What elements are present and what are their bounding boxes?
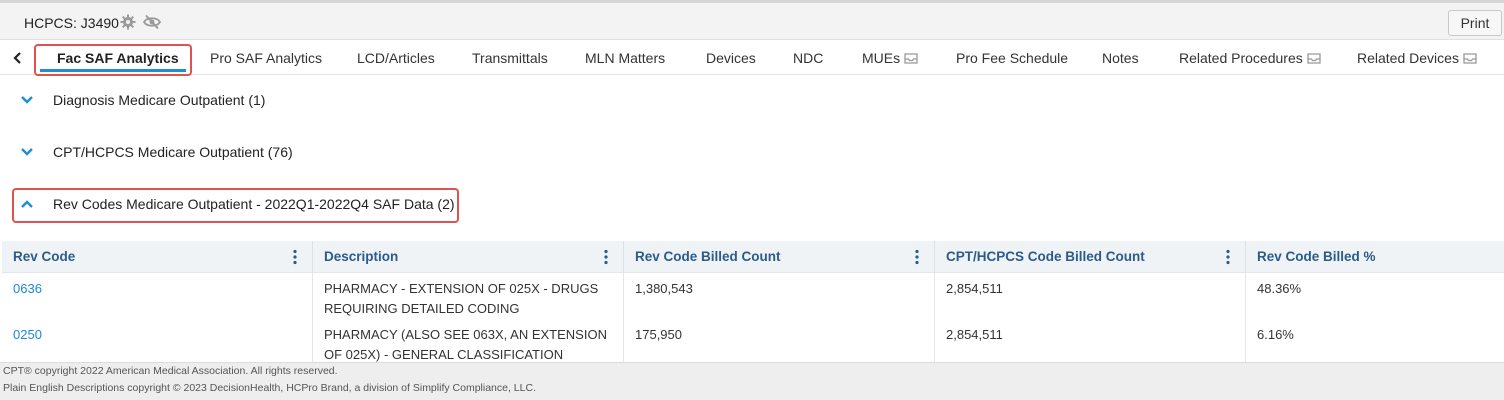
accordion-label: CPT/HCPCS Medicare Outpatient (76) (53, 144, 293, 160)
tab-pro-fee-schedule[interactable]: Pro Fee Schedule (956, 50, 1068, 66)
chevron-down-icon (21, 148, 33, 156)
column-header-rev-code-billed-pct[interactable]: Rev Code Billed % (1246, 241, 1504, 273)
cell-rev-code-billed-pct: 6.16% (1257, 327, 1294, 342)
highlight-box-rev-codes (12, 188, 459, 223)
gear-icon[interactable] (120, 14, 136, 30)
tab-bar: Fac SAF Analytics Pro SAF Analytics LCD/… (0, 41, 1504, 75)
kebab-menu-icon[interactable] (1226, 249, 1230, 265)
cell-rev-code[interactable]: 0250 (2, 319, 313, 365)
tab-ndc[interactable]: NDC (793, 50, 823, 66)
cell-rev-code[interactable]: 0636 (2, 273, 313, 319)
table-header: Rev Code Description Rev Code Billed Cou… (2, 241, 1504, 273)
table-row: 0636 PHARMACY - EXTENSION OF 025X - DRUG… (2, 273, 1504, 319)
cell-rev-code-billed-pct: 48.36% (1257, 281, 1302, 296)
tab-mln-matters[interactable]: MLN Matters (585, 50, 665, 66)
accordion-diagnosis[interactable]: Diagnosis Medicare Outpatient (1) (0, 86, 1504, 116)
kebab-menu-icon[interactable] (293, 249, 297, 265)
column-header-rev-code[interactable]: Rev Code (2, 241, 313, 273)
page-title: HCPCS: J3490 (24, 15, 119, 31)
tray-icon (904, 53, 918, 64)
cell-description: PHARMACY (ALSO SEE 063X, AN EXTENSION OF… (313, 319, 624, 365)
tab-related-devices[interactable]: Related Devices (1357, 50, 1477, 66)
print-button[interactable]: Print (1448, 10, 1502, 36)
kebab-menu-icon[interactable] (915, 249, 919, 265)
tab-devices[interactable]: Devices (706, 50, 756, 66)
cell-rev-code-billed-count: 1,380,543 (624, 273, 935, 319)
cell-description: PHARMACY - EXTENSION OF 025X - DRUGS REQ… (313, 273, 624, 319)
header-bar: HCPCS: J3490 Print (0, 3, 1504, 40)
cell-cpt-hcpcs-billed-count: 2,854,511 (935, 319, 1246, 365)
tab-lcd-articles[interactable]: LCD/Articles (357, 50, 435, 66)
tray-icon (1307, 53, 1321, 64)
tab-related-procedures[interactable]: Related Procedures (1179, 50, 1321, 66)
kebab-menu-icon[interactable] (604, 249, 608, 265)
cell-cpt-hcpcs-billed-count: 2,854,511 (935, 273, 1246, 319)
tab-transmittals[interactable]: Transmittals (472, 50, 548, 66)
cell-rev-code-billed-count: 175,950 (624, 319, 935, 365)
column-header-cpt-hcpcs-billed-count[interactable]: CPT/HCPCS Code Billed Count (935, 241, 1246, 273)
tray-icon (1463, 53, 1477, 64)
accordion-label: Diagnosis Medicare Outpatient (1) (53, 92, 266, 108)
tab-notes[interactable]: Notes (1102, 50, 1139, 66)
chevron-left-icon[interactable] (9, 49, 25, 67)
copyright-line-decisionhealth: Plain English Descriptions copyright © 2… (3, 382, 536, 394)
accordion-cpt-hcpcs[interactable]: CPT/HCPCS Medicare Outpatient (76) (0, 138, 1504, 168)
eye-slash-icon[interactable] (143, 14, 161, 30)
tab-mues[interactable]: MUEs (862, 50, 918, 66)
column-header-rev-code-billed-count[interactable]: Rev Code Billed Count (624, 241, 935, 273)
copyright-footer: CPT® copyright 2022 American Medical Ass… (0, 362, 1504, 400)
tab-pro-saf-analytics[interactable]: Pro SAF Analytics (210, 50, 322, 66)
table-row: 0250 PHARMACY (ALSO SEE 063X, AN EXTENSI… (2, 319, 1504, 365)
copyright-line-ama: CPT® copyright 2022 American Medical Ass… (3, 365, 338, 377)
column-header-description[interactable]: Description (313, 241, 624, 273)
highlight-box-active-tab (34, 44, 192, 76)
chevron-down-icon (21, 96, 33, 104)
